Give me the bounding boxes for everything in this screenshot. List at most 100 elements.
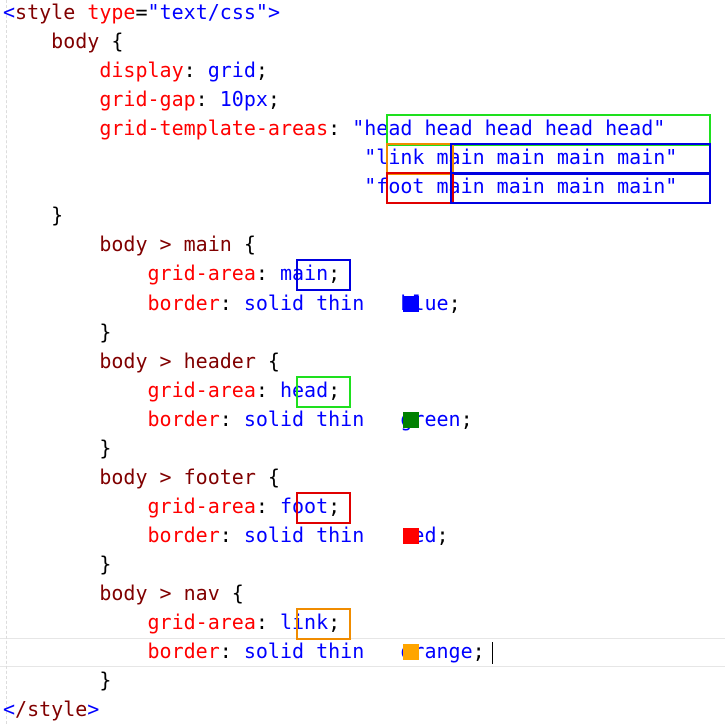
foot-cell-highlight bbox=[385, 172, 455, 205]
token-plain: : bbox=[195, 87, 220, 112]
token-prop: grid-area bbox=[147, 261, 256, 286]
token-plain: { bbox=[243, 232, 256, 257]
code-line: grid-gap: 10px; bbox=[3, 85, 280, 114]
token-plain: { bbox=[111, 29, 124, 54]
token-punct: < bbox=[3, 0, 16, 24]
token-plain: ; bbox=[448, 290, 461, 315]
code-line: body { bbox=[3, 27, 123, 56]
token-prop: grid-template-areas bbox=[99, 116, 329, 141]
code-line: <style type="text/css"> bbox=[3, 0, 280, 27]
token-prop: border bbox=[147, 522, 220, 547]
link-cell-highlight bbox=[385, 143, 455, 176]
token-plain: : bbox=[255, 261, 280, 286]
token-prop: border bbox=[147, 639, 220, 664]
code-line: display: grid; bbox=[3, 56, 268, 85]
token-val: solid thin bbox=[243, 406, 377, 431]
code-line: </style> bbox=[3, 695, 99, 724]
token-str: "text/css" bbox=[147, 0, 268, 24]
code-line: } bbox=[3, 201, 63, 230]
foot-value-highlight bbox=[296, 491, 352, 524]
token-tag: style bbox=[15, 0, 76, 24]
red-color-swatch bbox=[402, 527, 419, 544]
blue-color-swatch bbox=[402, 295, 419, 312]
token-plain: } bbox=[3, 435, 112, 460]
token-plain: : bbox=[255, 610, 280, 635]
code-line: border: solid thin blue; bbox=[3, 289, 461, 318]
code-line: grid-area: head; bbox=[3, 376, 341, 405]
token-val: solid thin bbox=[243, 290, 377, 315]
token-plain: } bbox=[3, 551, 112, 576]
token-val: 10px bbox=[219, 87, 268, 112]
token-plain: : bbox=[255, 493, 280, 518]
code-line: body > main { bbox=[3, 230, 256, 259]
code-line: } bbox=[3, 550, 111, 579]
code-line: } bbox=[3, 318, 111, 347]
token-prop: border bbox=[147, 406, 220, 431]
orange-color-swatch bbox=[402, 644, 419, 661]
code-line: body > nav { bbox=[3, 579, 244, 608]
token-prop: grid-area bbox=[147, 377, 256, 402]
text-caret bbox=[492, 642, 493, 664]
token-plain: : bbox=[219, 522, 244, 547]
token-punct: > bbox=[87, 697, 100, 722]
token-val: grid bbox=[207, 58, 256, 83]
main-value-highlight bbox=[296, 259, 352, 292]
token-tag: /style bbox=[15, 697, 88, 722]
token-sel: body bbox=[3, 29, 112, 54]
token-plain: : bbox=[328, 116, 353, 141]
token-prop: grid-gap bbox=[99, 87, 196, 112]
code-editor[interactable]: <style type="text/css"> body { display: … bbox=[0, 0, 725, 724]
code-line: border: solid thin red; bbox=[3, 521, 449, 550]
code-line: grid-area: link; bbox=[3, 608, 341, 637]
token-plain: ; bbox=[460, 406, 473, 431]
token-sel: body > footer bbox=[3, 464, 268, 489]
token-prop: border bbox=[147, 290, 220, 315]
code-line: } bbox=[3, 666, 111, 695]
code-line: grid-area: foot; bbox=[3, 492, 341, 521]
token-prop: grid-area bbox=[147, 610, 256, 635]
token-plain: ; bbox=[436, 522, 449, 547]
code-line: body > footer { bbox=[3, 463, 280, 492]
token-prop: grid-area bbox=[147, 493, 256, 518]
token-attr: type bbox=[87, 0, 136, 24]
token-plain: { bbox=[267, 464, 280, 489]
code-line: grid-area: main; bbox=[3, 259, 341, 288]
token-plain: : bbox=[219, 639, 244, 664]
green-color-swatch bbox=[402, 411, 419, 428]
token-sel: body > header bbox=[3, 348, 268, 373]
token-sel: body > nav bbox=[3, 581, 232, 605]
token-punct: < bbox=[3, 697, 16, 722]
token-punct: > bbox=[267, 0, 280, 24]
token-plain: = bbox=[135, 0, 148, 24]
code-line: body > header { bbox=[3, 347, 280, 376]
main-row2-highlight bbox=[450, 143, 711, 176]
token-plain: } bbox=[3, 668, 112, 693]
token-plain: ; bbox=[472, 639, 485, 664]
head-row-highlight bbox=[385, 114, 711, 147]
token-plain: : bbox=[219, 290, 244, 315]
token-val: solid thin bbox=[243, 639, 377, 664]
token-plain: ; bbox=[255, 58, 268, 83]
link-value-highlight bbox=[296, 608, 352, 641]
main-row3-highlight bbox=[450, 172, 711, 205]
token-sel: body > main bbox=[3, 232, 244, 257]
token-prop: display bbox=[99, 58, 184, 83]
